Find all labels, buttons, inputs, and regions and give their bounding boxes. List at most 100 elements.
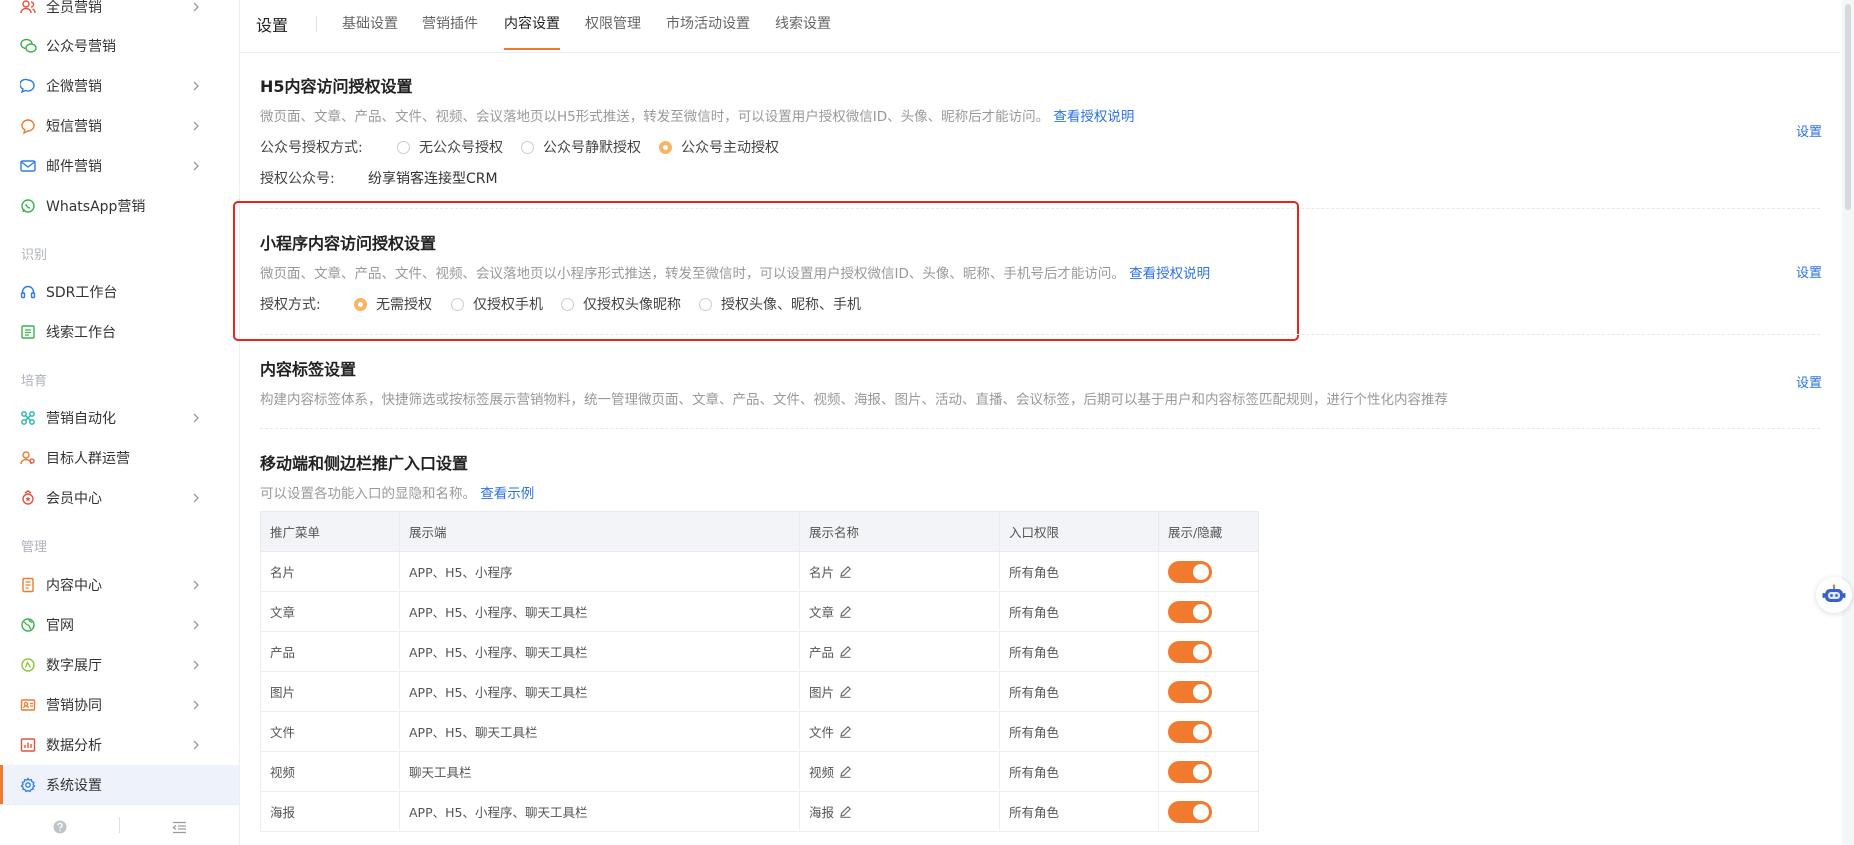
radio-active-auth[interactable]: 公众号主动授权 — [659, 137, 779, 157]
sidebar-item-label: 会员中心 — [46, 491, 102, 507]
sidebar-item-label: 短信营销 — [46, 119, 102, 135]
tab-marketing-plugins[interactable]: 营销插件 — [422, 13, 478, 33]
pencil-icon[interactable] — [839, 765, 852, 781]
table-row: 文件 APP、H5、聊天工具栏 文件 所有角色 — [260, 711, 1259, 752]
radio-no-official-auth[interactable]: 无公众号授权 — [397, 137, 503, 157]
display-name-cell: 图片 — [799, 671, 1000, 712]
sidebar-item-label: 邮件营销 — [46, 159, 102, 175]
table-row: 名片 APP、H5、小程序 名片 所有角色 — [260, 551, 1259, 592]
list-icon — [19, 323, 37, 341]
permission-cell: 所有角色 — [999, 631, 1159, 672]
chevron-right-icon — [191, 161, 201, 171]
h5-auth-account-label: 授权公众号: — [260, 171, 335, 187]
sidebar-item-lead-workbench[interactable]: 线索工作台 — [0, 312, 239, 352]
menu-cell: 视频 — [260, 751, 400, 792]
sidebar-item-target-audience[interactable]: 目标人群运营 — [0, 438, 239, 478]
pencil-icon[interactable] — [839, 605, 852, 621]
title-divider — [316, 16, 317, 32]
pencil-icon[interactable] — [839, 685, 852, 701]
sidebar-item-system-settings[interactable]: 系统设置 — [0, 765, 239, 805]
sidebar-item-label: 系统设置 — [46, 778, 102, 794]
display-name: 名片 — [809, 564, 835, 580]
visibility-toggle[interactable] — [1168, 600, 1212, 623]
tags-settings-link[interactable]: 设置 — [1796, 372, 1822, 391]
tab-permission-management[interactable]: 权限管理 — [585, 13, 641, 33]
visibility-toggle[interactable] — [1168, 680, 1212, 703]
highlight-box — [233, 201, 1299, 341]
radio-dot — [659, 140, 672, 154]
chevron-right-icon — [191, 2, 201, 12]
tab-campaign-settings[interactable]: 市场活动设置 — [666, 13, 750, 33]
sidebar-item-marketing-automation[interactable]: 营销自动化 — [0, 398, 239, 438]
sidebar-item-content-center[interactable]: 内容中心 — [0, 565, 239, 605]
collapse-menu-icon[interactable] — [172, 819, 187, 838]
display-name-cell: 文件 — [799, 711, 1000, 752]
sidebar-item-wechat-official[interactable]: 公众号营销 — [0, 26, 239, 66]
h5-settings-link[interactable]: 设置 — [1796, 121, 1822, 140]
terminals-cell: 聊天工具栏 — [399, 751, 800, 792]
chart-icon — [19, 736, 37, 754]
assistant-robot-icon[interactable] — [1816, 577, 1852, 613]
sidebar-item-label: 官网 — [46, 618, 74, 634]
tab-lead-settings[interactable]: 线索设置 — [775, 13, 831, 33]
sidebar-item-wecom-marketing[interactable]: 企微营销 — [0, 66, 239, 106]
h5-auth-method-label: 公众号授权方式: — [260, 140, 363, 156]
chevron-right-icon — [191, 121, 201, 131]
sidebar-item-all-staff-marketing[interactable]: 全员营销 — [0, 0, 239, 27]
sidebar-item-label: 企微营销 — [46, 79, 102, 95]
chevron-right-icon — [191, 580, 201, 590]
menu-cell: 海报 — [260, 791, 400, 832]
h5-auth-help-link[interactable]: 查看授权说明 — [1053, 109, 1134, 125]
visibility-toggle[interactable] — [1168, 760, 1212, 783]
mail-icon — [19, 157, 37, 175]
promo-desc-text: 可以设置各功能入口的显隐和名称。 — [260, 486, 476, 502]
terminals-cell: APP、H5、聊天工具栏 — [399, 711, 800, 752]
visibility-toggle[interactable] — [1168, 640, 1212, 663]
promo-example-link[interactable]: 查看示例 — [480, 486, 534, 502]
wechat-icon — [19, 37, 37, 55]
sidebar-item-member-center[interactable]: 会员中心 — [0, 478, 239, 518]
visibility-toggle[interactable] — [1168, 560, 1212, 583]
scrollbar-thumb[interactable] — [1845, 4, 1851, 210]
active-tab-indicator — [504, 48, 560, 50]
sidebar-item-official-site[interactable]: 官网 — [0, 605, 239, 645]
page-scrollbar[interactable] — [1842, 0, 1854, 845]
sidebar-item-digital-showroom[interactable]: 数字展厅 — [0, 645, 239, 685]
globe-icon — [19, 616, 37, 634]
sidebar-item-whatsapp-marketing[interactable]: WhatsApp营销 — [0, 186, 239, 226]
terminals-cell: APP、H5、小程序、聊天工具栏 — [399, 591, 800, 632]
tab-basic-settings[interactable]: 基础设置 — [342, 13, 398, 33]
column-header: 展示/隐藏 — [1158, 511, 1259, 552]
mini-settings-link[interactable]: 设置 — [1796, 262, 1822, 281]
help-icon[interactable] — [53, 819, 67, 838]
h5-section-desc: 微页面、文章、产品、文件、视频、会议落地页以H5形式推送，转发至微信时，可以设置… — [260, 105, 1134, 125]
radio-silent-auth[interactable]: 公众号静默授权 — [521, 137, 641, 157]
table-row: 视频 聊天工具栏 视频 所有角色 — [260, 751, 1259, 792]
permission-cell: 所有角色 — [999, 791, 1159, 832]
pencil-icon[interactable] — [839, 805, 852, 821]
message-icon — [19, 117, 37, 135]
sidebar-item-label: 目标人群运营 — [46, 451, 130, 467]
sidebar-group-manage: 管理 — [21, 540, 48, 555]
visibility-toggle[interactable] — [1168, 720, 1212, 743]
tab-content-settings[interactable]: 内容设置 — [504, 13, 560, 33]
chevron-right-icon — [191, 620, 201, 630]
pencil-icon[interactable] — [839, 565, 852, 581]
sidebar-item-marketing-collab[interactable]: 营销协同 — [0, 685, 239, 725]
sidebar-item-sms-marketing[interactable]: 短信营销 — [0, 106, 239, 146]
visibility-toggle[interactable] — [1168, 800, 1212, 823]
column-header: 入口权限 — [999, 511, 1159, 552]
h5-auth-account-value: 纷享销客连接型CRM — [368, 171, 498, 187]
sidebar-item-label: 公众号营销 — [46, 39, 116, 55]
display-name: 文件 — [809, 724, 835, 740]
sidebar-item-email-marketing[interactable]: 邮件营销 — [0, 146, 239, 186]
sidebar-item-data-analysis[interactable]: 数据分析 — [0, 725, 239, 765]
pencil-icon[interactable] — [839, 645, 852, 661]
sidebar-item-sdr-workbench[interactable]: SDR工作台 — [0, 272, 239, 312]
radio-label: 无公众号授权 — [419, 140, 503, 156]
footer-divider — [119, 817, 120, 833]
table-row: 图片 APP、H5、小程序、聊天工具栏 图片 所有角色 — [260, 671, 1259, 712]
pencil-icon[interactable] — [839, 725, 852, 741]
visibility-cell — [1158, 791, 1259, 832]
sidebar-footer — [0, 804, 239, 845]
